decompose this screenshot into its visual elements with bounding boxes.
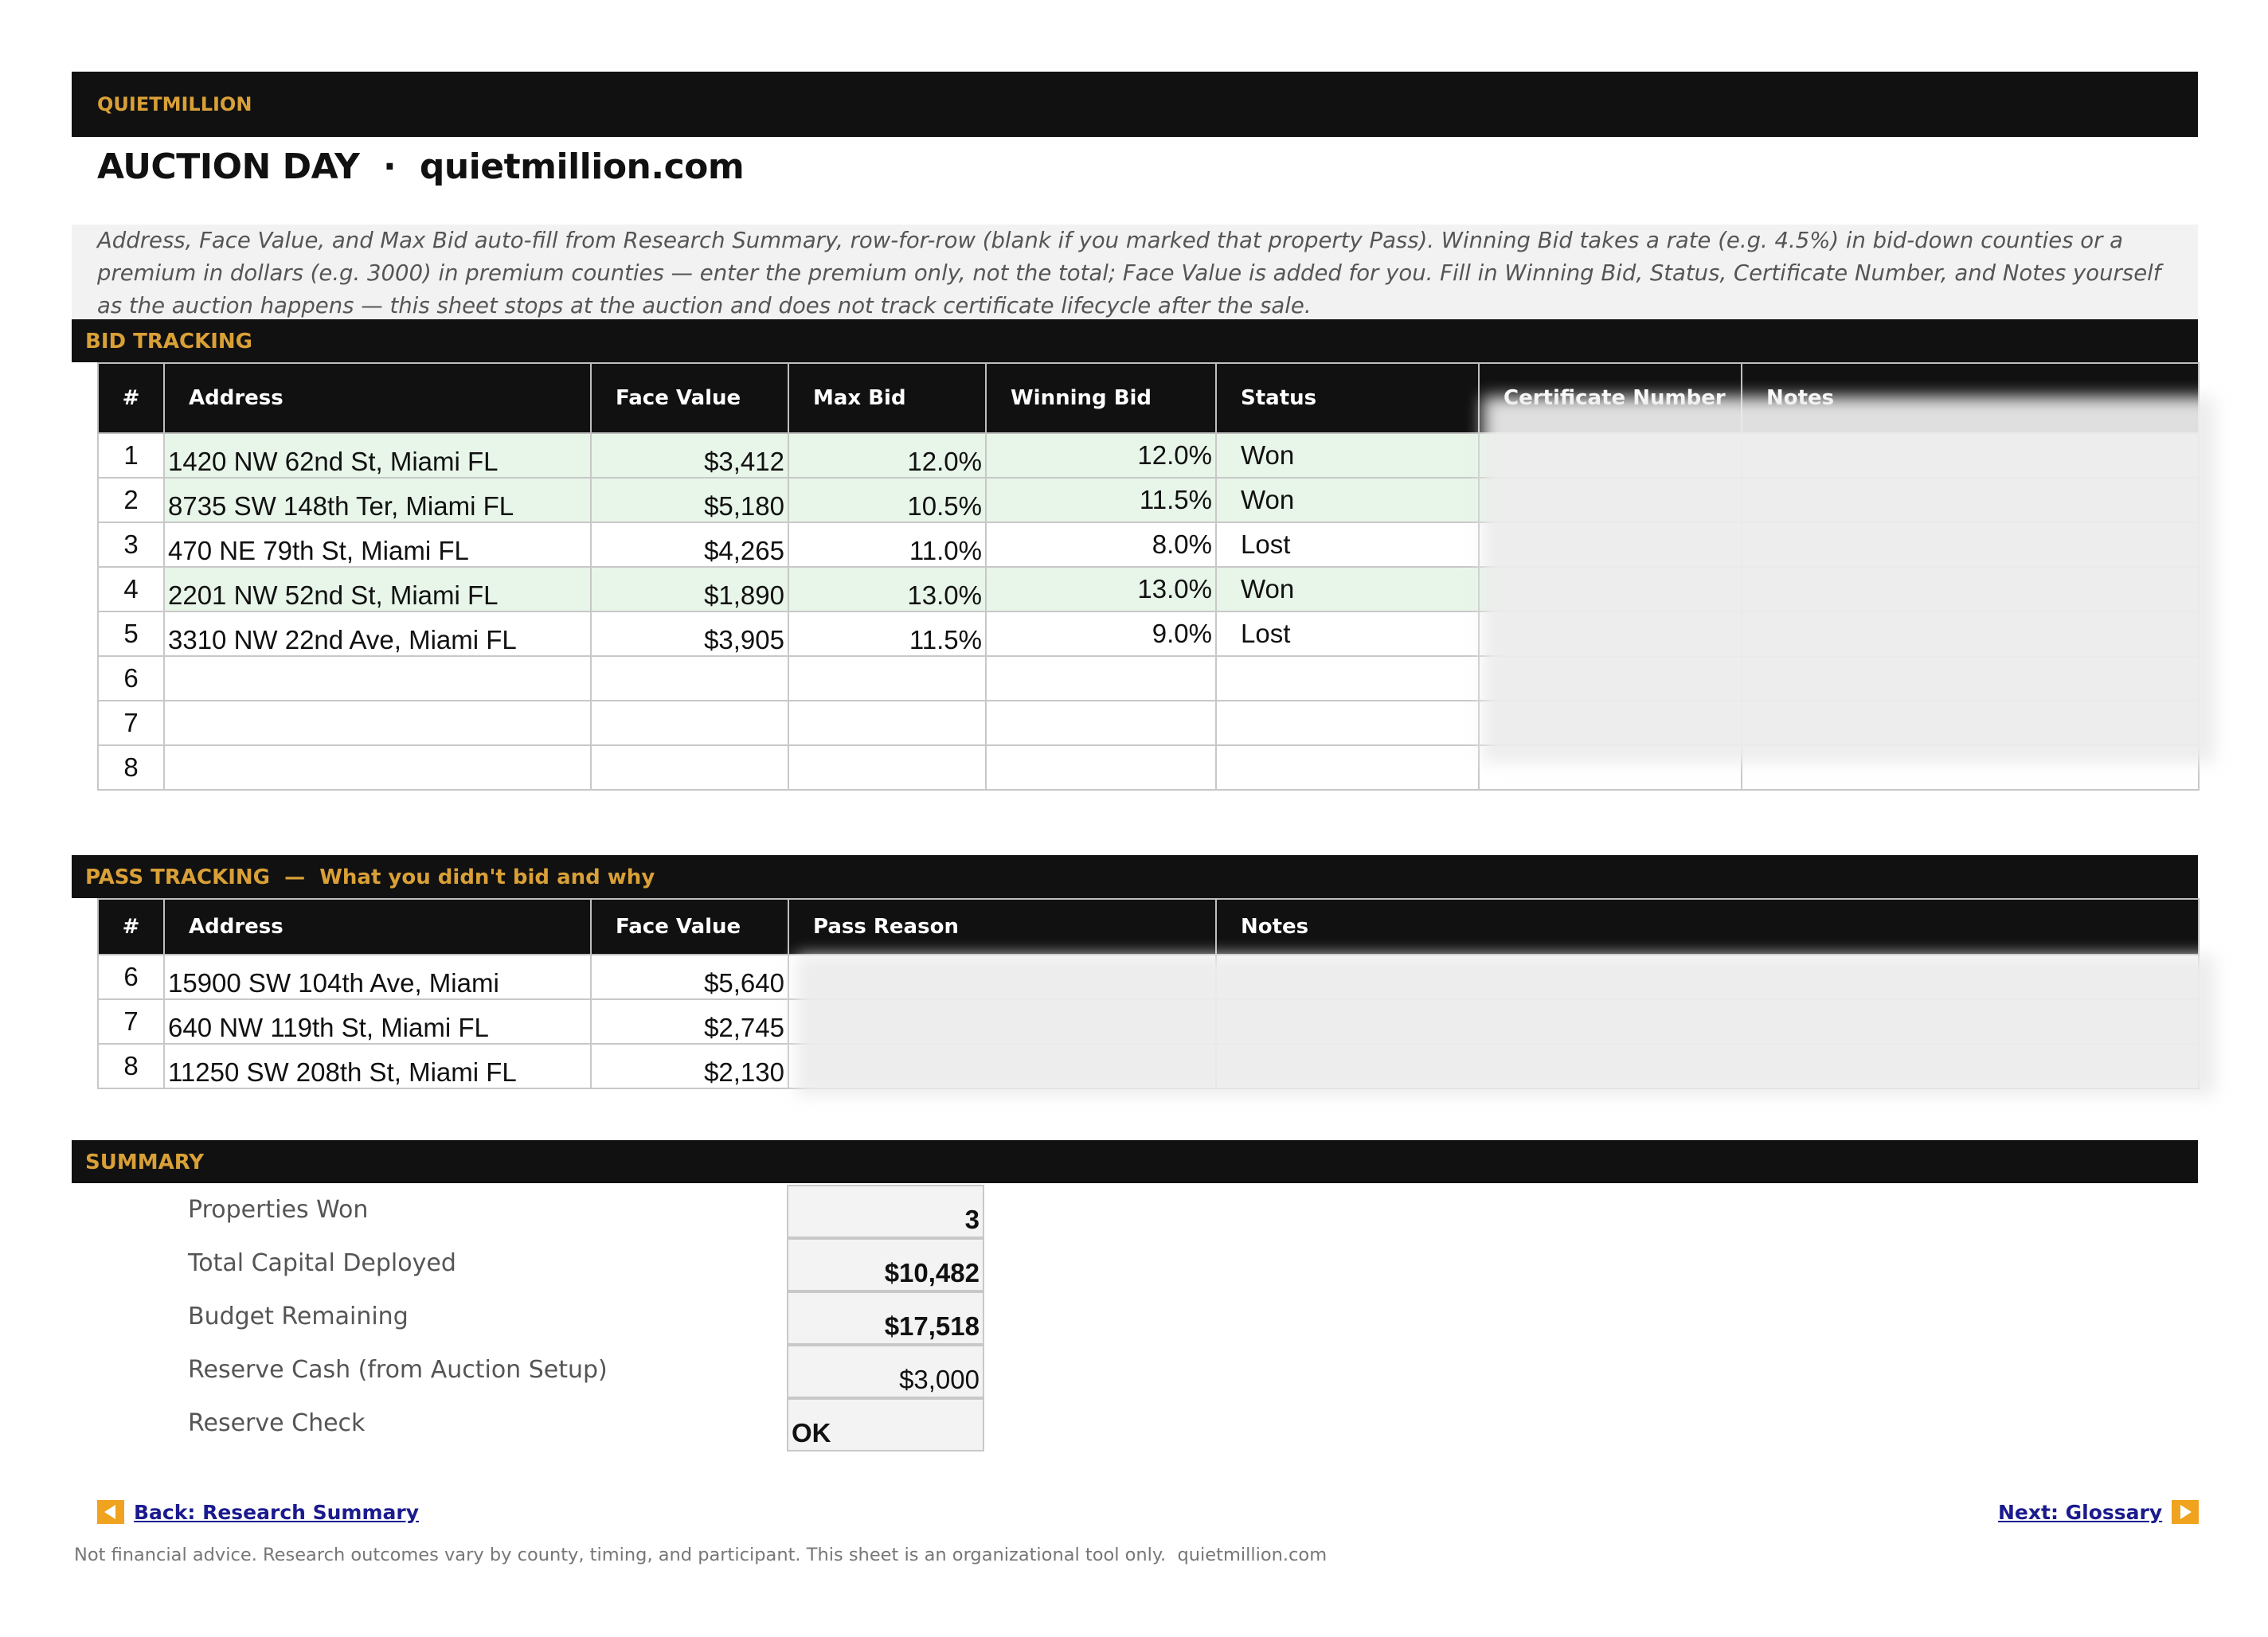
arrow-left-icon bbox=[97, 1500, 124, 1524]
address-cell[interactable]: 3310 NW 22nd Ave, Miami FL bbox=[163, 611, 592, 657]
max-bid-cell[interactable]: 11.0% bbox=[788, 522, 987, 568]
winning-bid-cell[interactable]: 12.0% bbox=[985, 432, 1217, 479]
row-number: 8 bbox=[97, 1043, 165, 1089]
winning-bid-cell[interactable]: 9.0% bbox=[985, 611, 1217, 657]
redacted-region bbox=[796, 955, 2215, 1096]
status-cell[interactable] bbox=[1215, 744, 1480, 791]
col-header-face-value: Face Value bbox=[590, 362, 789, 434]
address-cell[interactable]: 640 NW 119th St, Miami FL bbox=[163, 998, 592, 1045]
face-value-cell[interactable]: $5,180 bbox=[590, 477, 789, 523]
pass-tracking-title: PASS TRACKING — What you didn't bid and … bbox=[85, 865, 655, 889]
col-header-max-bid: Max Bid bbox=[788, 362, 987, 434]
winning-bid-cell[interactable] bbox=[985, 744, 1217, 791]
col-header-address: Address bbox=[163, 898, 592, 955]
row-number: 5 bbox=[97, 611, 165, 657]
next-link[interactable]: Next: Glossary bbox=[1998, 1500, 2208, 1524]
summary-value-reserve-cash: $3,000 bbox=[787, 1345, 984, 1398]
face-value-cell[interactable] bbox=[590, 700, 789, 746]
row-number: 7 bbox=[97, 998, 165, 1045]
face-value-cell[interactable]: $2,745 bbox=[590, 998, 789, 1045]
brand-name: QUIETMILLION bbox=[97, 93, 252, 115]
col-header-number: # bbox=[97, 898, 165, 955]
back-link-label: Back: Research Summary bbox=[134, 1500, 420, 1524]
summary-label-total-capital: Total Capital Deployed bbox=[188, 1249, 456, 1277]
face-value-cell[interactable]: $1,890 bbox=[590, 566, 789, 612]
status-cell[interactable]: Won bbox=[1215, 432, 1480, 479]
row-number: 8 bbox=[97, 744, 165, 791]
address-cell[interactable]: 1420 NW 62nd St, Miami FL bbox=[163, 432, 592, 479]
face-value-cell[interactable]: $4,265 bbox=[590, 522, 789, 568]
address-cell[interactable]: 15900 SW 104th Ave, Miami bbox=[163, 954, 592, 1000]
pass-tracking-header: PASS TRACKING — What you didn't bid and … bbox=[72, 855, 2198, 898]
summary-title: SUMMARY bbox=[85, 1151, 205, 1174]
address-cell[interactable] bbox=[163, 744, 592, 791]
face-value-cell[interactable] bbox=[590, 655, 789, 701]
summary-value-reserve-check: OK bbox=[787, 1398, 984, 1451]
winning-bid-cell[interactable]: 13.0% bbox=[985, 566, 1217, 612]
summary-label-reserve-cash: Reserve Cash (from Auction Setup) bbox=[188, 1356, 608, 1384]
bid-tracking-header: BID TRACKING bbox=[72, 319, 2198, 362]
address-cell[interactable]: 11250 SW 208th St, Miami FL bbox=[163, 1043, 592, 1089]
winning-bid-cell[interactable]: 8.0% bbox=[985, 522, 1217, 568]
face-value-cell[interactable]: $3,412 bbox=[590, 432, 789, 479]
row-number: 6 bbox=[97, 954, 165, 1000]
col-header-notes: Notes bbox=[1215, 898, 2200, 955]
status-cell[interactable] bbox=[1215, 655, 1480, 701]
summary-label-reserve-check: Reserve Check bbox=[188, 1409, 366, 1437]
row-number: 4 bbox=[97, 566, 165, 612]
address-cell[interactable] bbox=[163, 700, 592, 746]
footer-disclaimer: Not financial advice. Research outcomes … bbox=[74, 1545, 1328, 1565]
row-number: 1 bbox=[97, 432, 165, 479]
redacted-region bbox=[1483, 397, 2215, 763]
status-cell[interactable]: Lost bbox=[1215, 522, 1480, 568]
summary-label-properties-won: Properties Won bbox=[188, 1196, 369, 1224]
winning-bid-cell[interactable] bbox=[985, 700, 1217, 746]
max-bid-cell[interactable]: 11.5% bbox=[788, 611, 987, 657]
face-value-cell[interactable] bbox=[590, 744, 789, 791]
status-cell[interactable] bbox=[1215, 700, 1480, 746]
col-header-pass-reason: Pass Reason bbox=[788, 898, 1217, 955]
face-value-cell[interactable]: $2,130 bbox=[590, 1043, 789, 1089]
col-header-face-value: Face Value bbox=[590, 898, 789, 955]
max-bid-cell[interactable] bbox=[788, 744, 987, 791]
max-bid-cell[interactable] bbox=[788, 655, 987, 701]
status-cell[interactable]: Won bbox=[1215, 566, 1480, 612]
instructions-text: Address, Face Value, and Max Bid auto-fi… bbox=[97, 228, 2161, 318]
pass-header-row: # Address Face Value Pass Reason Notes bbox=[97, 898, 2200, 955]
max-bid-cell[interactable]: 10.5% bbox=[788, 477, 987, 523]
max-bid-cell[interactable]: 13.0% bbox=[788, 566, 987, 612]
row-number: 3 bbox=[97, 522, 165, 568]
status-cell[interactable]: Won bbox=[1215, 477, 1480, 523]
address-cell[interactable]: 8735 SW 148th Ter, Miami FL bbox=[163, 477, 592, 523]
winning-bid-cell[interactable] bbox=[985, 655, 1217, 701]
face-value-cell[interactable]: $3,905 bbox=[590, 611, 789, 657]
summary-header: SUMMARY bbox=[72, 1140, 2198, 1183]
summary-value-properties-won: 3 bbox=[787, 1185, 984, 1238]
arrow-right-icon bbox=[2172, 1500, 2200, 1524]
row-number: 2 bbox=[97, 477, 165, 523]
summary-value-budget-remaining: $17,518 bbox=[787, 1291, 984, 1345]
face-value-cell[interactable]: $5,640 bbox=[590, 954, 789, 1000]
address-cell[interactable]: 470 NE 79th St, Miami FL bbox=[163, 522, 592, 568]
brand-band: QUIETMILLION bbox=[72, 72, 2198, 137]
address-cell[interactable]: 2201 NW 52nd St, Miami FL bbox=[163, 566, 592, 612]
col-header-winning-bid: Winning Bid bbox=[985, 362, 1217, 434]
summary-label-budget-remaining: Budget Remaining bbox=[188, 1303, 409, 1330]
row-number: 6 bbox=[97, 655, 165, 701]
max-bid-cell[interactable] bbox=[788, 700, 987, 746]
next-link-label: Next: Glossary bbox=[1998, 1500, 2163, 1524]
winning-bid-cell[interactable]: 11.5% bbox=[985, 477, 1217, 523]
summary-value-total-capital: $10,482 bbox=[787, 1238, 984, 1291]
col-header-number: # bbox=[97, 362, 165, 434]
row-number: 7 bbox=[97, 700, 165, 746]
bid-tracking-title: BID TRACKING bbox=[85, 330, 253, 354]
col-header-address: Address bbox=[163, 362, 592, 434]
max-bid-cell[interactable]: 12.0% bbox=[788, 432, 987, 479]
back-link[interactable]: Back: Research Summary bbox=[88, 1500, 419, 1524]
page-title: AUCTION DAY · quietmillion.com bbox=[97, 147, 745, 187]
address-cell[interactable] bbox=[163, 655, 592, 701]
status-cell[interactable]: Lost bbox=[1215, 611, 1480, 657]
col-header-status: Status bbox=[1215, 362, 1480, 434]
instructions-note: Address, Face Value, and Max Bid auto-fi… bbox=[72, 225, 2198, 318]
